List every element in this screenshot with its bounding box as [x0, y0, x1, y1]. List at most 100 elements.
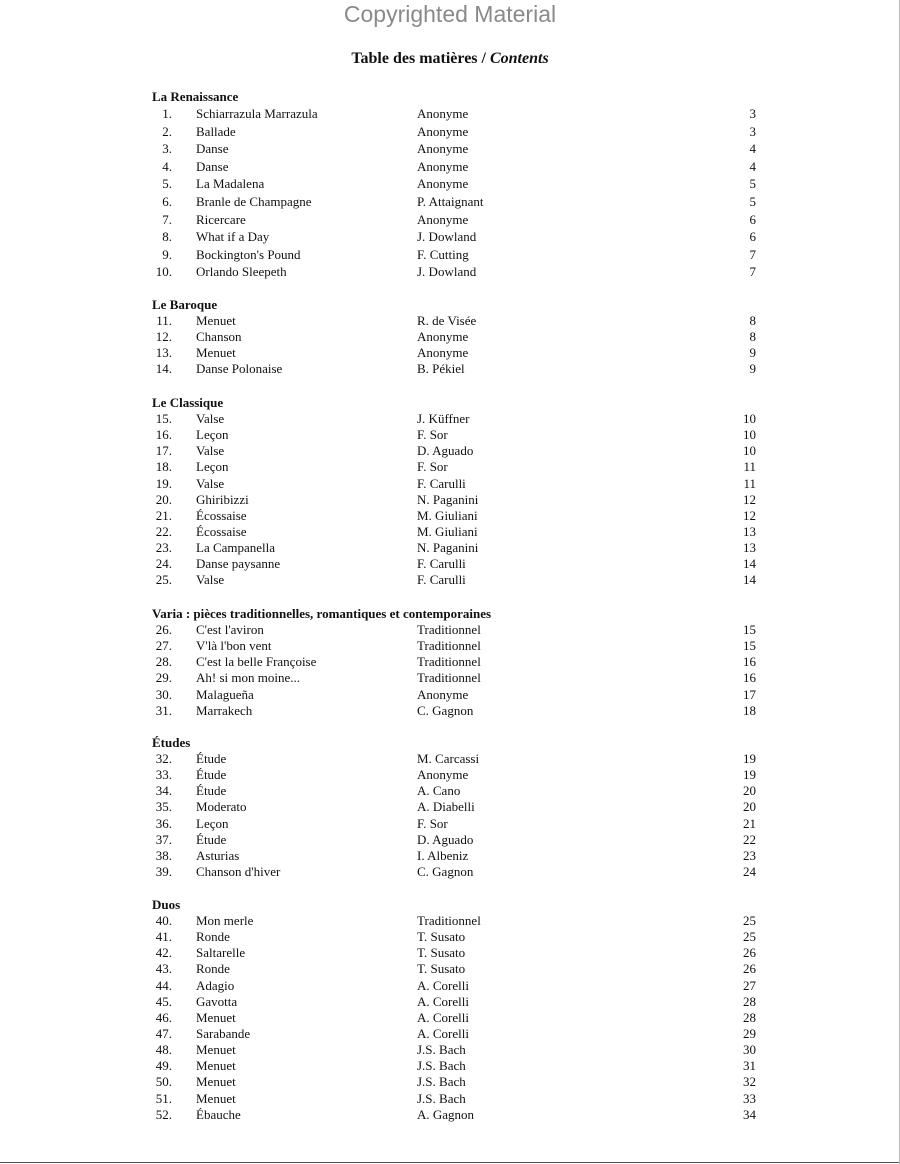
toc-entry: 38. Asturias I. Albeniz 23: [152, 848, 756, 864]
entry-piece: Étude: [196, 767, 227, 783]
entry-piece: Leçon: [196, 815, 229, 831]
entry-page: 20: [743, 783, 756, 799]
entry-composer: Anonyme: [417, 329, 469, 345]
entry-piece: Danse Polonaise: [196, 361, 283, 377]
entry-piece: Ballade: [196, 123, 236, 139]
entry-composer: Anonyme: [417, 686, 469, 702]
entry-num: 28.: [155, 654, 172, 670]
entry-piece: Étude: [196, 831, 227, 847]
section-heading: Duos: [152, 897, 181, 912]
entry-piece: Valse: [196, 475, 225, 491]
entry-piece: Ghiribizzi: [196, 491, 249, 507]
entry-page: 4: [749, 158, 757, 174]
entry-composer: Traditionnel: [417, 670, 481, 686]
entry-page: 26: [743, 945, 756, 961]
toc-entry: 10. Orlando Sleepeth J. Dowland 7: [152, 263, 756, 281]
entry-composer: J. Dowland: [417, 229, 477, 245]
entry-page: 7: [749, 264, 757, 280]
entry-page: 15: [743, 622, 756, 637]
title-main: Table des matières /: [351, 50, 490, 67]
toc-entry: 28. C'est la belle Françoise Traditionnel 1…: [152, 654, 756, 670]
entry-page: 19: [743, 767, 756, 783]
entry-num: 2.: [162, 123, 172, 139]
toc-section: Le Classique 15. Valse J. Küffner 10 16. Leçon…: [152, 394, 756, 589]
entry-piece: Asturias: [196, 847, 240, 863]
toc-entry: 11. Menuet R. de Visée 8: [152, 313, 756, 329]
entry-piece: Étude: [196, 751, 227, 766]
title-italic: Contents: [489, 50, 549, 67]
entry-page: 10: [743, 411, 756, 426]
entry-composer: N. Paganini: [417, 540, 479, 556]
toc-entry: 6. Branle de Champagne P. Attaignant 5: [152, 193, 756, 211]
entry-composer: A. Corelli: [417, 993, 469, 1009]
entry-page: 5: [749, 176, 757, 192]
entry-piece: Étude: [196, 783, 227, 799]
entry-piece: Écossaise: [196, 523, 247, 539]
entry-num: 24.: [155, 556, 172, 572]
entry-num: 16.: [155, 427, 172, 443]
entry-num: 4.: [162, 158, 172, 174]
entry-page: 4: [749, 141, 757, 157]
toc-entry: 42. Saltarelle T. Susato 26: [152, 945, 756, 961]
entry-page: 11: [743, 459, 756, 475]
toc-entry: 22. Écossaise M. Giuliani 13: [152, 524, 756, 540]
entry-composer: F. Carulli: [417, 475, 466, 491]
entry-page: 3: [749, 123, 757, 139]
entry-page: 29: [743, 1025, 756, 1041]
entry-page: 11: [743, 475, 756, 491]
entry-piece: Leçon: [196, 459, 229, 475]
entry-page: 22: [743, 831, 756, 847]
entry-composer: J.S. Bach: [417, 1058, 466, 1074]
entry-composer: Anonyme: [417, 211, 469, 227]
entry-composer: A. Corelli: [417, 977, 469, 993]
entry-composer: M. Giuliani: [417, 523, 478, 539]
entry-num: 11.: [156, 313, 172, 328]
toc-section: La Renaissance 1. Schiarrazula Marrazula An…: [152, 88, 756, 281]
entry-composer: D. Aguado: [417, 831, 474, 847]
toc-entry: 9. Bockington's Pound F. Cutting 7: [152, 246, 756, 264]
toc-entry: 25. Valse F. Carulli 14: [152, 572, 756, 588]
entry-page: 3: [749, 106, 757, 121]
entry-num: 37.: [155, 831, 172, 847]
toc-entry: 51. Menuet J.S. Bach 33: [152, 1091, 756, 1107]
entry-piece: Leçon: [196, 427, 229, 443]
toc-entry: 52. Ébauche A. Gagnon 34: [152, 1107, 756, 1123]
toc-entry: 47. Sarabande A. Corelli 29: [152, 1026, 756, 1042]
entry-page: 14: [743, 572, 756, 588]
toc-entry: 19. Valse F. Carulli 11: [152, 476, 756, 492]
entry-composer: B. Pékiel: [417, 361, 465, 377]
entry-page: 17: [743, 686, 756, 702]
entry-page: 26: [743, 961, 756, 977]
toc-entry: 32. Étude M. Carcassi 19: [152, 751, 756, 767]
entry-piece: Saltarelle: [196, 945, 246, 961]
toc-entry: 46. Menuet A. Corelli 28: [152, 1010, 756, 1026]
toc-entry: 50. Menuet J.S. Bach 32: [152, 1074, 756, 1090]
entry-num: 7.: [162, 211, 172, 227]
entry-piece: Bockington's Pound: [196, 246, 301, 262]
entry-composer: Anonyme: [417, 158, 469, 174]
toc-entry: 5. La Madalena Anonyme 5: [152, 175, 756, 193]
entry-page: 8: [749, 313, 757, 328]
entry-page: 27: [743, 977, 756, 993]
entry-page: 21: [743, 815, 756, 831]
entry-piece: Schiarrazula Marrazula: [196, 106, 318, 121]
entry-piece: Menuet: [196, 1058, 236, 1074]
entry-composer: R. de Visée: [417, 313, 477, 328]
entry-piece: Menuet: [196, 1090, 236, 1106]
entry-composer: Traditionnel: [417, 913, 481, 928]
entry-composer: M. Carcassi: [417, 751, 480, 766]
entry-page: 24: [743, 863, 756, 879]
entry-page: 25: [743, 913, 756, 928]
entry-page: 9: [749, 361, 757, 377]
toc-entry: 45. Gavotta A. Corelli 28: [152, 994, 756, 1010]
section-heading: La Renaissance: [152, 89, 239, 104]
section-heading: Études: [152, 735, 191, 750]
section-heading: Varia : pièces traditionnelles, romantiq…: [152, 606, 492, 621]
entry-num: 8.: [162, 229, 172, 245]
toc-entry: 40. Mon merle Traditionnel 25: [152, 913, 756, 929]
entry-num: 34.: [155, 783, 172, 799]
entry-composer: N. Paganini: [417, 491, 479, 507]
copyright-watermark: Copyrighted Material: [343, 1, 557, 27]
entry-num: 47.: [155, 1025, 172, 1041]
entry-piece: Menuet: [196, 1042, 236, 1058]
